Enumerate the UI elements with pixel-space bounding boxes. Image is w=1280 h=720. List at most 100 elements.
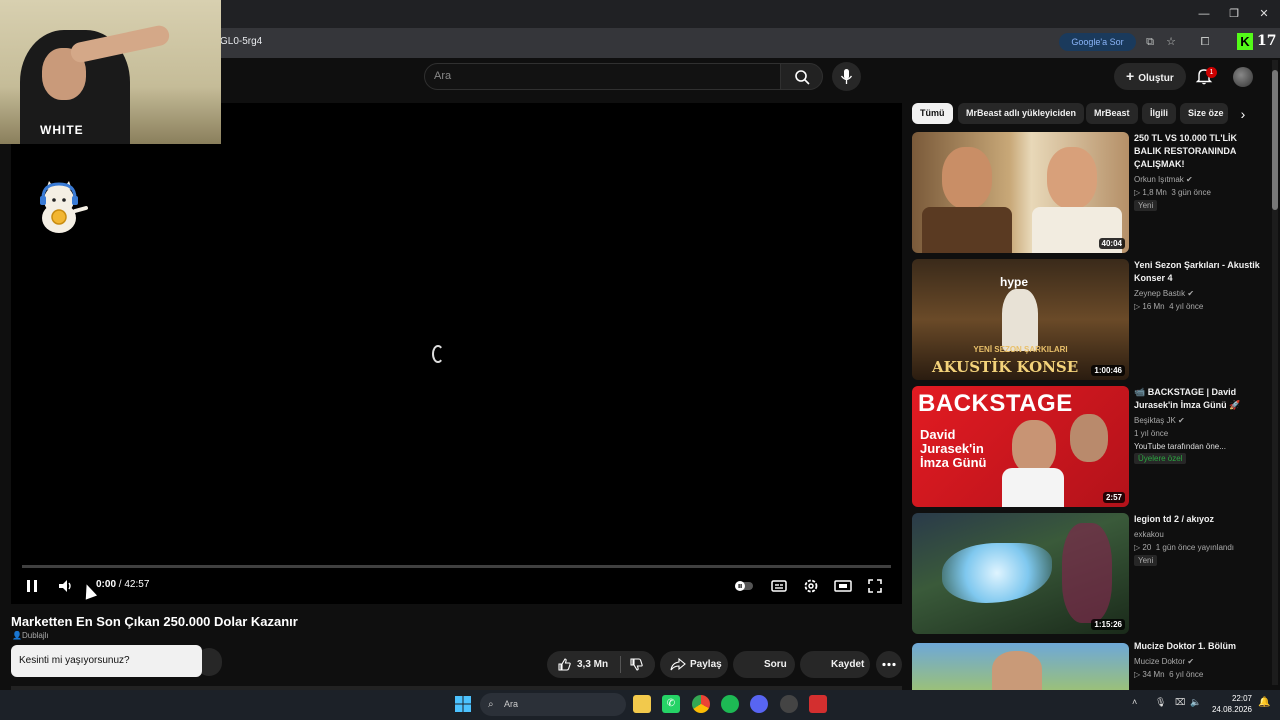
share-icon (670, 657, 686, 671)
save-button[interactable]: Kaydet (800, 651, 870, 678)
tray-chevron-icon[interactable]: ˄ (1132, 697, 1137, 707)
recording-app-icon[interactable] (809, 695, 827, 713)
discord-icon[interactable] (750, 695, 768, 713)
maximize-icon[interactable]: ❐ (1226, 6, 1242, 22)
person-icon: 👤 (12, 631, 22, 640)
notification-count-badge: 1 (1206, 67, 1217, 78)
video-thumbnail[interactable]: hype YENİ SEZON ŞARKILARI AKUSTİK KONSE … (912, 259, 1129, 380)
create-button[interactable]: + Oluştur (1114, 63, 1186, 90)
thumbnail-singer (1002, 289, 1038, 351)
channel-name: Mucize Doktor (1134, 657, 1186, 666)
thumbnail-ice-dragon (942, 543, 1052, 603)
close-icon[interactable]: ✕ (1256, 6, 1272, 22)
recommendation-channel[interactable]: Zeynep Bastık ✔ (1134, 287, 1194, 300)
recommendation-title[interactable]: 250 TL VS 10.000 TL'LİK BALIK RESTORANIN… (1134, 132, 1264, 171)
pause-button[interactable] (21, 575, 43, 597)
thumbnail-hype-logo: hype (1000, 275, 1029, 289)
extensions-icon[interactable]: ⧠ (1197, 34, 1213, 50)
chevron-right-icon[interactable]: › (1234, 105, 1252, 123)
network-icon[interactable]: ⌧ (1175, 697, 1185, 708)
more-actions-button[interactable] (876, 651, 902, 678)
speaker-icon[interactable]: 🔈 (1190, 697, 1201, 708)
spotify-icon[interactable] (721, 695, 739, 713)
fullscreen-button[interactable] (864, 575, 886, 597)
featured-note: YouTube tarafından öne... (1134, 442, 1226, 451)
plus-icon: + (1126, 68, 1135, 84)
video-thumbnail[interactable]: 40:04 (912, 132, 1129, 253)
kick-extension-icon[interactable]: K (1237, 33, 1253, 50)
recommendation-channel[interactable]: Orkun Işıtmak ✔ (1134, 173, 1193, 186)
recommendation-title[interactable]: legion td 2 / akıyoz (1134, 513, 1264, 526)
search-button[interactable] (780, 63, 823, 90)
app-icon[interactable] (780, 695, 798, 713)
view-count: 20 (1142, 543, 1152, 552)
verified-icon: ✔ (1186, 175, 1193, 184)
chip-all[interactable]: Tümü (912, 103, 953, 124)
volume-button[interactable] (54, 575, 76, 597)
recommendation-title[interactable]: Yeni Sezon Şarkıları - Akustik Konser 4 (1134, 259, 1264, 285)
view-count: 34 Mn (1142, 670, 1165, 679)
chrome-icon[interactable] (692, 695, 710, 713)
dislike-button[interactable] (621, 651, 655, 678)
loading-spinner (432, 345, 444, 363)
recommendation-stats: ▷ 20 1 gün önce yayınlandı (1134, 541, 1234, 554)
notification-center-icon[interactable]: 🔔 (1258, 697, 1270, 708)
search-icon (795, 70, 810, 85)
video-title: Marketten En Son Çıkan 250.000 Dolar Kaz… (11, 614, 298, 629)
progress-bar[interactable] (22, 565, 891, 568)
scrollbar-thumb[interactable] (1272, 70, 1278, 210)
dubbed-badge: 👤Dublajlı (12, 631, 49, 640)
interruption-popup[interactable]: Kesinti mi yaşıyorsunuz? (11, 645, 202, 677)
recommendation-title[interactable]: Mucize Doktor 1. Bölüm (1134, 640, 1264, 653)
pause-icon (27, 580, 37, 592)
file-explorer-icon[interactable] (633, 695, 651, 713)
settings-button[interactable] (800, 575, 822, 597)
chip-mrbeast[interactable]: MrBeast (1086, 103, 1138, 124)
views-icon: ▷ (1134, 543, 1141, 552)
user-avatar[interactable] (1233, 67, 1253, 87)
theater-mode-button[interactable] (832, 575, 854, 597)
chip-related[interactable]: İlgili (1142, 103, 1176, 124)
google-sor-button[interactable]: Google'a Sor (1059, 33, 1136, 51)
url-text[interactable]: GL0-5rg4 (220, 36, 262, 47)
video-thumbnail[interactable] (912, 643, 1129, 690)
recommendation-channel[interactable]: Mucize Doktor ✔ (1134, 655, 1194, 668)
autoplay-toggle[interactable] (733, 575, 755, 597)
ask-button[interactable]: Soru (733, 651, 795, 678)
video-thumbnail[interactable]: BACKSTAGE David Jurasek'in İmza Günü 2:5… (912, 386, 1129, 507)
subtitles-button[interactable] (768, 575, 790, 597)
thumbnail-headline: BACKSTAGE (918, 390, 1073, 417)
view-count: 16 Mn (1142, 302, 1165, 311)
recommendation-channel[interactable]: exkakou (1134, 528, 1164, 541)
new-badge: Yeni (1134, 555, 1158, 566)
taskbar-clock[interactable]: 22:07 24.08.2026 (1208, 693, 1252, 715)
video-thumbnail[interactable]: 1:15:26 (912, 513, 1129, 634)
dubbed-label: Dublajlı (21, 631, 49, 640)
upload-age: 6 yıl önce (1169, 670, 1204, 679)
whatsapp-icon[interactable]: ✆ (662, 695, 680, 713)
windows-start-icon[interactable] (454, 695, 472, 713)
time-display: 0:00 / 42:57 (96, 579, 149, 590)
bookmark-star-icon[interactable]: ☆ (1163, 34, 1179, 50)
views-icon: ▷ (1134, 302, 1141, 311)
minimize-icon[interactable]: — (1196, 6, 1212, 22)
install-app-icon[interactable]: ⧉ (1142, 34, 1158, 50)
save-label: Kaydet (831, 659, 865, 670)
taskbar-search[interactable]: ⌕ Ara (480, 693, 626, 716)
voice-search-button[interactable] (832, 62, 861, 91)
thumbs-down-icon (630, 658, 643, 671)
search-input[interactable]: Ara (424, 63, 781, 90)
recommendation-channel[interactable]: Beşiktaş JK ✔ (1134, 414, 1185, 427)
chip-for-you[interactable]: Size öze (1180, 103, 1228, 124)
thumbnail-person-left (1012, 420, 1056, 474)
upload-age: 4 yıl önce (1169, 302, 1204, 311)
video-player[interactable] (11, 103, 902, 604)
recommendation-title[interactable]: 📹 BACKSTAGE | David Jurasek'in İmza Günü… (1134, 386, 1264, 412)
upload-age: 1 yıl önce (1134, 429, 1169, 438)
views-icon: ▷ (1134, 670, 1141, 679)
share-button[interactable]: Paylaş (660, 651, 728, 678)
microphone-tray-icon[interactable]: 🎙 (1155, 697, 1166, 708)
verified-icon: ✔ (1178, 416, 1185, 425)
cat-mascot-overlay (30, 178, 88, 236)
chip-from-uploader[interactable]: MrBeast adlı yükleyiciden (958, 103, 1085, 124)
